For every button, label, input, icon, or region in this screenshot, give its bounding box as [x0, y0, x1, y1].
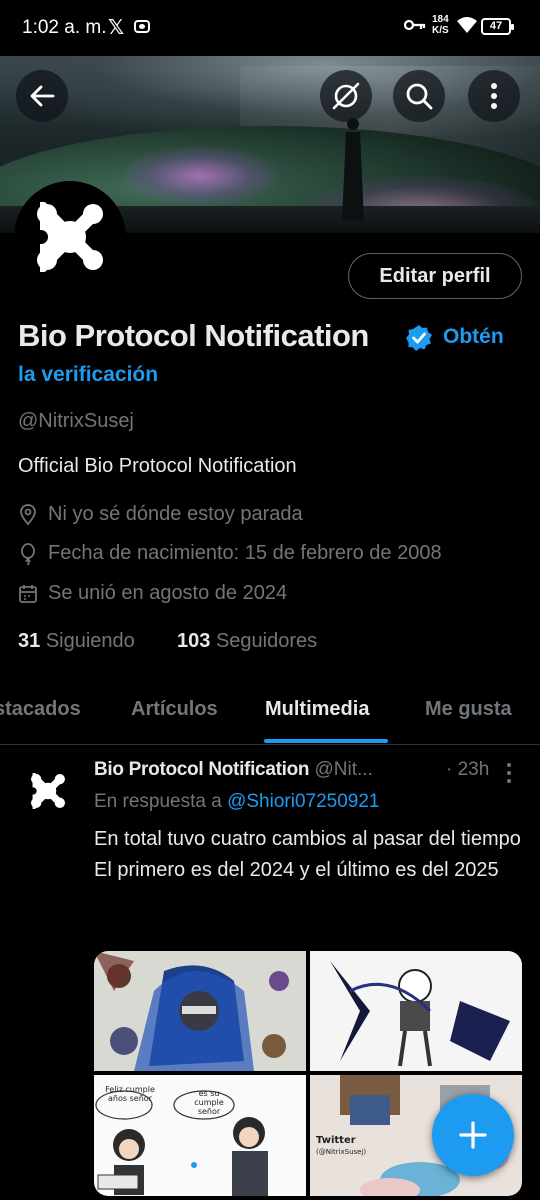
followers-count: 103 — [177, 630, 211, 652]
post-header: Bio Protocol Notification @Nit... — [94, 759, 373, 781]
profile-avatar[interactable] — [14, 181, 126, 293]
edit-profile-button[interactable]: Editar perfil — [348, 253, 522, 299]
tab-likes[interactable]: Me gusta — [425, 698, 512, 721]
following-label: Siguiendo — [45, 630, 135, 652]
banner-figure — [342, 118, 364, 221]
profile-handle: @NitrixSusej — [18, 410, 134, 432]
post-author-name[interactable]: Bio Protocol Notification — [94, 759, 310, 780]
profile-birthday: Fecha de nacimiento: 15 de febrero de 20… — [18, 542, 442, 565]
joined-text: Se unió en agosto de 2024 — [48, 582, 288, 604]
profile-joined: Se unió en agosto de 2024 — [18, 582, 287, 605]
post-text: En total tuvo cuatro cambios al pasar de… — [94, 824, 524, 885]
more-options-button[interactable] — [468, 70, 520, 122]
back-button[interactable] — [16, 70, 68, 122]
bio-protocol-logo-icon — [30, 773, 66, 809]
key-icon — [404, 19, 426, 31]
post-author-avatar[interactable] — [22, 765, 74, 817]
tab-highlights[interactable]: stacados — [0, 698, 81, 721]
drawing-image — [94, 951, 289, 1071]
profile-bio: Official Bio Protocol Notification — [18, 455, 297, 477]
media-caption-2: es su cumple señor — [194, 1089, 224, 1116]
following-count: 31 — [18, 630, 41, 652]
followers-label: Seguidores — [215, 630, 318, 652]
network-speed-value: 184 — [432, 14, 449, 25]
profile-location: Ni yo sé dónde estoy parada — [18, 503, 303, 526]
media-image-2[interactable] — [310, 951, 522, 1071]
status-time: 1:02 a. m. — [22, 17, 107, 38]
x-app-icon: 𝕏 — [108, 17, 125, 39]
active-tab-indicator — [264, 739, 388, 743]
location-pin-icon — [20, 503, 36, 525]
verified-badge-icon[interactable] — [405, 324, 433, 352]
post-time[interactable]: · 23h — [446, 759, 489, 781]
media-watermark-handle: (@NitrixSusej) — [316, 1148, 367, 1156]
status-bar: 1:02 a. m. 𝕏 184 K/S 47 — [0, 0, 540, 56]
post-more-icon[interactable] — [504, 762, 514, 784]
post-text-line: En total tuvo cuatro cambios al pasar de… — [94, 828, 521, 850]
tab-articles[interactable]: Artículos — [131, 698, 218, 721]
media-image-3[interactable]: Feliz cumple años señor es su cumple señ… — [94, 1075, 306, 1196]
media-caption-1: Feliz cumple años señor — [105, 1085, 155, 1103]
drawing-image — [330, 961, 510, 1067]
birthday-text: Fecha de nacimiento: 15 de febrero de 20… — [48, 542, 442, 564]
arrow-left-icon — [30, 85, 55, 107]
vertical-dots-icon — [491, 83, 497, 109]
plus-icon — [459, 1121, 487, 1149]
tab-media[interactable]: Multimedia — [265, 698, 369, 721]
get-verified-link-continued[interactable]: la verificación — [18, 363, 158, 387]
bio-protocol-logo-icon — [35, 202, 105, 272]
search-button[interactable] — [393, 70, 445, 122]
reply-to-link[interactable]: @Shiori07250921 — [227, 791, 379, 812]
reply-context: En respuesta a @Shiori07250921 — [94, 791, 380, 813]
network-speed: 184 K/S — [432, 14, 449, 36]
battery-indicator: 47 — [481, 18, 514, 35]
location-text: Ni yo sé dónde estoy parada — [48, 503, 303, 525]
get-verified-link[interactable]: Obtén — [443, 325, 504, 349]
profile-tabs: stacados Artículos Multimedia Me gusta — [0, 690, 540, 745]
calendar-icon — [19, 584, 37, 603]
wifi-icon — [457, 17, 477, 33]
compose-post-button[interactable] — [432, 1094, 514, 1176]
profile-display-name: Bio Protocol Notification — [18, 318, 369, 353]
slashed-circle-icon — [332, 82, 360, 110]
network-speed-unit: K/S — [432, 25, 449, 36]
balloon-icon — [21, 542, 35, 565]
reply-prefix: En respuesta a — [94, 791, 222, 812]
post-text-line: El primero es del 2024 y el último es de… — [94, 858, 499, 881]
followers-link[interactable]: 103 Seguidores — [177, 630, 317, 653]
post-author-handle[interactable]: @Nit... — [315, 759, 373, 780]
following-link[interactable]: 31 Siguiendo — [18, 630, 135, 653]
media-watermark: Twitter — [316, 1135, 356, 1146]
search-icon — [406, 83, 433, 110]
translate-off-button[interactable] — [320, 70, 372, 122]
camera-notification-icon — [134, 20, 150, 33]
media-image-1[interactable] — [94, 951, 306, 1071]
